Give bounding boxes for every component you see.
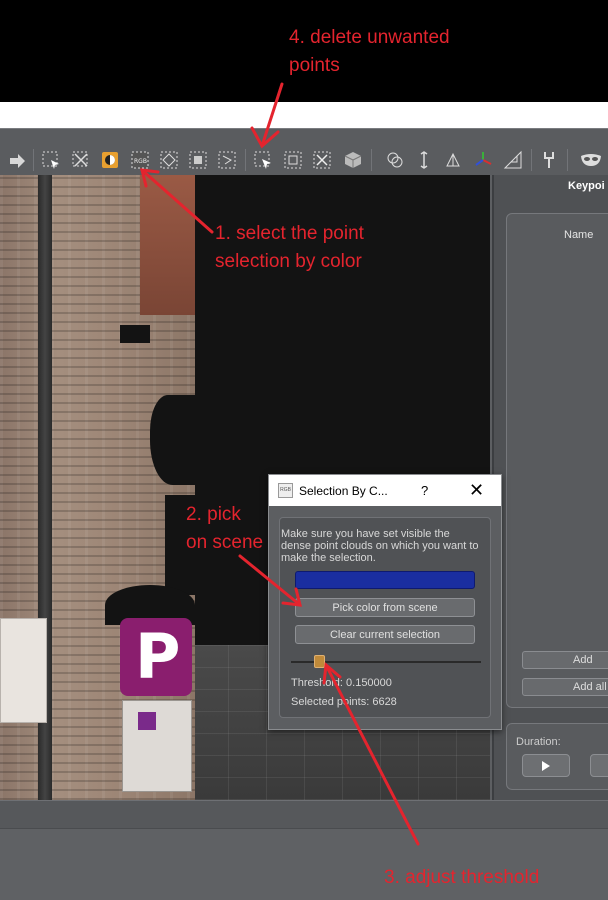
- toolbar-separator: [245, 149, 246, 171]
- toolbar-separator: [567, 149, 568, 171]
- keypoints-list[interactable]: [506, 213, 608, 708]
- play-icon: [542, 760, 550, 771]
- knot-icon[interactable]: [384, 149, 406, 171]
- select-lasso-icon[interactable]: [216, 149, 238, 171]
- rgb-icon: RGB: [278, 483, 293, 498]
- main-toolbar: RGB: [0, 128, 608, 175]
- annotation-step1-line2: selection by color: [215, 251, 362, 272]
- annotation-step2-line2: on scene: [186, 532, 264, 553]
- delete-points-icon[interactable]: [252, 149, 274, 171]
- tool-icon[interactable]: [538, 149, 560, 171]
- transform-icon[interactable]: [442, 149, 464, 171]
- brick-tower-pointcloud: [140, 175, 195, 315]
- parking-sign: P: [120, 618, 192, 696]
- help-button[interactable]: ?: [421, 483, 428, 498]
- second-playback-button[interactable]: [590, 754, 608, 777]
- redo-icon[interactable]: [6, 149, 28, 171]
- select-dots-icon[interactable]: [187, 149, 209, 171]
- add-button[interactable]: Add: [522, 651, 608, 669]
- info-sign: [122, 700, 192, 792]
- dialog-titlebar[interactable]: RGB Selection By C... ? ✕: [269, 475, 501, 506]
- annotation-step2-line1: 2. pick: [186, 504, 241, 525]
- white-gap: [0, 102, 608, 128]
- select-by-color-icon[interactable]: RGB: [129, 149, 151, 171]
- annotation-step4-line2: points: [289, 55, 340, 76]
- parking-letter: P: [135, 620, 181, 693]
- toolbar-separator: [531, 149, 532, 171]
- select-all-icon[interactable]: [158, 149, 180, 171]
- toolbar-separator: [371, 149, 372, 171]
- annotation-step1-line1: 1. select the point: [215, 223, 364, 244]
- select-invert-icon[interactable]: [70, 149, 92, 171]
- selected-color-swatch[interactable]: [295, 571, 475, 589]
- play-button[interactable]: [522, 754, 570, 777]
- ruler-icon[interactable]: [502, 149, 524, 171]
- status-bar: [0, 800, 608, 828]
- crop-icon[interactable]: [282, 149, 304, 171]
- axis-icon[interactable]: [472, 149, 494, 171]
- clear-selection-button[interactable]: Clear current selection: [295, 625, 475, 644]
- toolbar-separator: [33, 149, 34, 171]
- cube-icon[interactable]: [342, 149, 364, 171]
- mask-icon[interactable]: [580, 149, 602, 171]
- screenshot-root: RGB P Keypoi Name Add Add all Duration: …: [0, 0, 608, 900]
- scissors-icon[interactable]: [311, 149, 333, 171]
- threshold-text: Threshold: 0.150000: [291, 677, 392, 689]
- selection-by-color-dialog: RGB Selection By C... ? ✕ Make sure you …: [268, 474, 502, 730]
- dialog-title: Selection By C...: [299, 484, 388, 498]
- panel-title: Keypoi: [568, 180, 605, 192]
- add-all-button[interactable]: Add all: [522, 678, 608, 696]
- annotation-step4-line1: 4. delete unwanted: [289, 27, 450, 48]
- pointcloud-gap: [120, 325, 150, 343]
- pointcloud-gap: [150, 395, 195, 485]
- annotation-step3: 3. adjust threshold: [384, 867, 540, 888]
- keypoints-panel: Keypoi Name Add Add all Duration:: [492, 175, 608, 800]
- column-header-name: Name: [564, 229, 594, 241]
- svg-text:RGB: RGB: [134, 158, 147, 165]
- pick-color-button[interactable]: Pick color from scene: [295, 598, 475, 617]
- duration-label: Duration:: [516, 736, 561, 748]
- dialog-hint: Make sure you have set visible the dense…: [281, 528, 479, 564]
- selected-points-text: Selected points: 6628: [291, 696, 397, 708]
- info-sign-symbol: [138, 712, 156, 730]
- annotation-header-band: [0, 0, 608, 102]
- threshold-slider-handle[interactable]: [314, 655, 325, 668]
- measure-icon[interactable]: [413, 149, 435, 171]
- wall-sign: [0, 618, 47, 723]
- close-button[interactable]: ✕: [469, 480, 484, 501]
- color-circle-icon[interactable]: [99, 149, 121, 171]
- select-rect-icon[interactable]: [40, 149, 62, 171]
